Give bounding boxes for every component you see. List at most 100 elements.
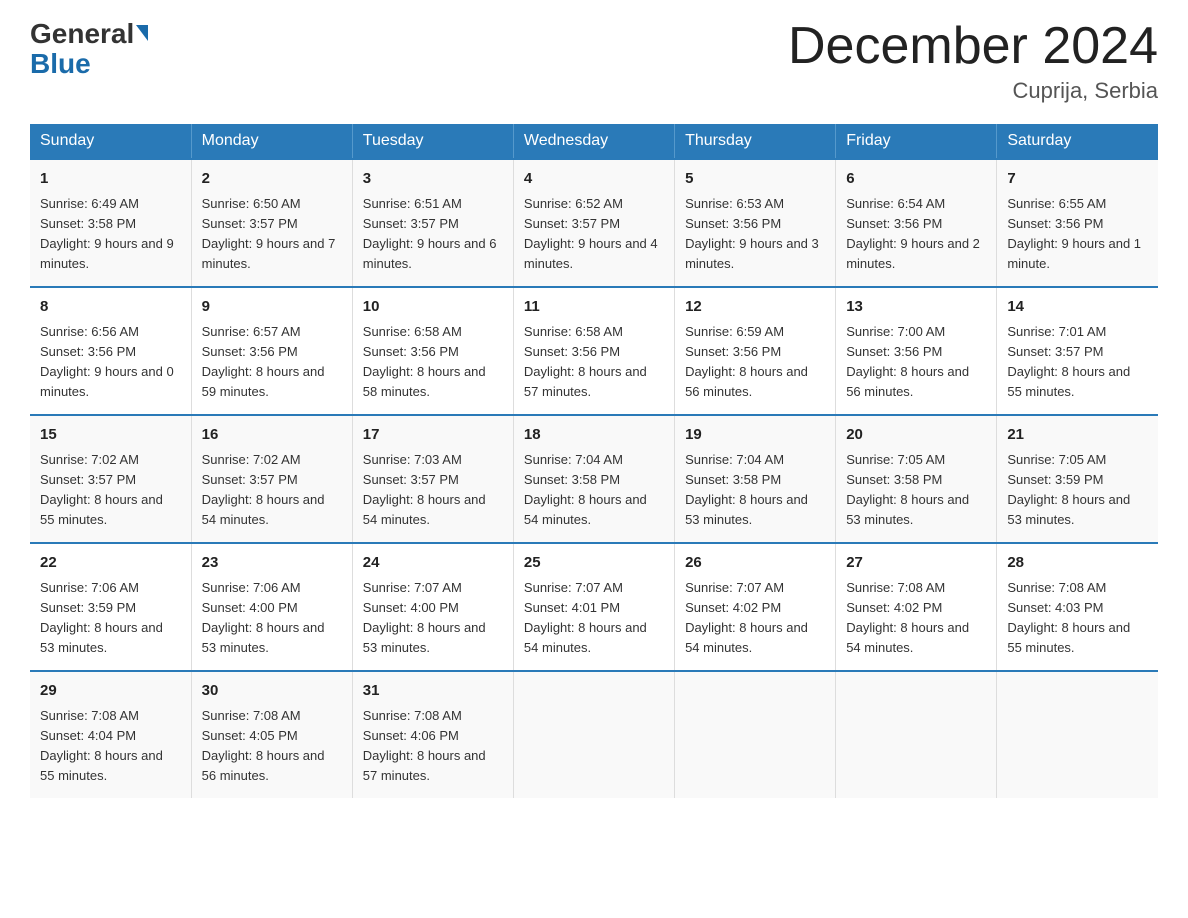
col-tuesday: Tuesday bbox=[352, 124, 513, 159]
logo-arrow-icon bbox=[136, 25, 148, 41]
table-row: 6 Sunrise: 6:54 AM Sunset: 3:56 PM Dayli… bbox=[836, 159, 997, 287]
table-row: 28 Sunrise: 7:08 AM Sunset: 4:03 PM Dayl… bbox=[997, 543, 1158, 671]
day-info: Sunrise: 7:07 AM Sunset: 4:01 PM Dayligh… bbox=[524, 578, 664, 659]
table-row: 30 Sunrise: 7:08 AM Sunset: 4:05 PM Dayl… bbox=[191, 671, 352, 798]
logo-blue-text: Blue bbox=[30, 50, 91, 78]
table-row: 1 Sunrise: 6:49 AM Sunset: 3:58 PM Dayli… bbox=[30, 159, 191, 287]
day-number: 7 bbox=[1007, 168, 1148, 191]
day-number: 31 bbox=[363, 680, 503, 703]
calendar-title: December 2024 bbox=[788, 20, 1158, 72]
day-number: 28 bbox=[1007, 552, 1148, 575]
table-row: 31 Sunrise: 7:08 AM Sunset: 4:06 PM Dayl… bbox=[352, 671, 513, 798]
table-row: 4 Sunrise: 6:52 AM Sunset: 3:57 PM Dayli… bbox=[513, 159, 674, 287]
day-info: Sunrise: 7:05 AM Sunset: 3:59 PM Dayligh… bbox=[1007, 450, 1148, 531]
day-info: Sunrise: 7:01 AM Sunset: 3:57 PM Dayligh… bbox=[1007, 322, 1148, 403]
table-row: 29 Sunrise: 7:08 AM Sunset: 4:04 PM Dayl… bbox=[30, 671, 191, 798]
day-info: Sunrise: 7:08 AM Sunset: 4:05 PM Dayligh… bbox=[202, 706, 342, 787]
calendar-header-row: Sunday Monday Tuesday Wednesday Thursday… bbox=[30, 124, 1158, 159]
day-number: 24 bbox=[363, 552, 503, 575]
day-number: 11 bbox=[524, 296, 664, 319]
day-info: Sunrise: 7:08 AM Sunset: 4:02 PM Dayligh… bbox=[846, 578, 986, 659]
table-row: 3 Sunrise: 6:51 AM Sunset: 3:57 PM Dayli… bbox=[352, 159, 513, 287]
day-number: 21 bbox=[1007, 424, 1148, 447]
day-number: 23 bbox=[202, 552, 342, 575]
day-number: 2 bbox=[202, 168, 342, 191]
day-info: Sunrise: 6:57 AM Sunset: 3:56 PM Dayligh… bbox=[202, 322, 342, 403]
table-row: 26 Sunrise: 7:07 AM Sunset: 4:02 PM Dayl… bbox=[675, 543, 836, 671]
col-wednesday: Wednesday bbox=[513, 124, 674, 159]
day-info: Sunrise: 7:04 AM Sunset: 3:58 PM Dayligh… bbox=[685, 450, 825, 531]
table-row: 21 Sunrise: 7:05 AM Sunset: 3:59 PM Dayl… bbox=[997, 415, 1158, 543]
day-number: 12 bbox=[685, 296, 825, 319]
table-row: 17 Sunrise: 7:03 AM Sunset: 3:57 PM Dayl… bbox=[352, 415, 513, 543]
day-info: Sunrise: 7:07 AM Sunset: 4:02 PM Dayligh… bbox=[685, 578, 825, 659]
table-row: 13 Sunrise: 7:00 AM Sunset: 3:56 PM Dayl… bbox=[836, 287, 997, 415]
table-row: 5 Sunrise: 6:53 AM Sunset: 3:56 PM Dayli… bbox=[675, 159, 836, 287]
table-row: 12 Sunrise: 6:59 AM Sunset: 3:56 PM Dayl… bbox=[675, 287, 836, 415]
day-number: 30 bbox=[202, 680, 342, 703]
day-info: Sunrise: 7:07 AM Sunset: 4:00 PM Dayligh… bbox=[363, 578, 503, 659]
calendar-week-row: 1 Sunrise: 6:49 AM Sunset: 3:58 PM Dayli… bbox=[30, 159, 1158, 287]
day-info: Sunrise: 7:06 AM Sunset: 3:59 PM Dayligh… bbox=[40, 578, 181, 659]
table-row: 24 Sunrise: 7:07 AM Sunset: 4:00 PM Dayl… bbox=[352, 543, 513, 671]
day-info: Sunrise: 6:52 AM Sunset: 3:57 PM Dayligh… bbox=[524, 194, 664, 275]
calendar-week-row: 8 Sunrise: 6:56 AM Sunset: 3:56 PM Dayli… bbox=[30, 287, 1158, 415]
day-number: 29 bbox=[40, 680, 181, 703]
table-row: 14 Sunrise: 7:01 AM Sunset: 3:57 PM Dayl… bbox=[997, 287, 1158, 415]
table-row bbox=[675, 671, 836, 798]
table-row: 20 Sunrise: 7:05 AM Sunset: 3:58 PM Dayl… bbox=[836, 415, 997, 543]
table-row: 11 Sunrise: 6:58 AM Sunset: 3:56 PM Dayl… bbox=[513, 287, 674, 415]
title-block: December 2024 Cuprija, Serbia bbox=[788, 20, 1158, 104]
day-info: Sunrise: 6:55 AM Sunset: 3:56 PM Dayligh… bbox=[1007, 194, 1148, 275]
col-sunday: Sunday bbox=[30, 124, 191, 159]
day-info: Sunrise: 7:08 AM Sunset: 4:06 PM Dayligh… bbox=[363, 706, 503, 787]
day-number: 10 bbox=[363, 296, 503, 319]
day-info: Sunrise: 7:06 AM Sunset: 4:00 PM Dayligh… bbox=[202, 578, 342, 659]
day-number: 13 bbox=[846, 296, 986, 319]
day-info: Sunrise: 6:58 AM Sunset: 3:56 PM Dayligh… bbox=[363, 322, 503, 403]
day-number: 5 bbox=[685, 168, 825, 191]
table-row: 2 Sunrise: 6:50 AM Sunset: 3:57 PM Dayli… bbox=[191, 159, 352, 287]
calendar-week-row: 22 Sunrise: 7:06 AM Sunset: 3:59 PM Dayl… bbox=[30, 543, 1158, 671]
day-info: Sunrise: 7:02 AM Sunset: 3:57 PM Dayligh… bbox=[202, 450, 342, 531]
day-info: Sunrise: 6:50 AM Sunset: 3:57 PM Dayligh… bbox=[202, 194, 342, 275]
table-row bbox=[836, 671, 997, 798]
calendar-week-row: 29 Sunrise: 7:08 AM Sunset: 4:04 PM Dayl… bbox=[30, 671, 1158, 798]
col-thursday: Thursday bbox=[675, 124, 836, 159]
table-row: 23 Sunrise: 7:06 AM Sunset: 4:00 PM Dayl… bbox=[191, 543, 352, 671]
day-number: 25 bbox=[524, 552, 664, 575]
day-info: Sunrise: 7:05 AM Sunset: 3:58 PM Dayligh… bbox=[846, 450, 986, 531]
table-row bbox=[513, 671, 674, 798]
day-number: 16 bbox=[202, 424, 342, 447]
table-row: 19 Sunrise: 7:04 AM Sunset: 3:58 PM Dayl… bbox=[675, 415, 836, 543]
day-info: Sunrise: 6:56 AM Sunset: 3:56 PM Dayligh… bbox=[40, 322, 181, 403]
col-monday: Monday bbox=[191, 124, 352, 159]
table-row: 15 Sunrise: 7:02 AM Sunset: 3:57 PM Dayl… bbox=[30, 415, 191, 543]
day-number: 3 bbox=[363, 168, 503, 191]
day-number: 8 bbox=[40, 296, 181, 319]
calendar-table: Sunday Monday Tuesday Wednesday Thursday… bbox=[30, 124, 1158, 798]
day-info: Sunrise: 6:59 AM Sunset: 3:56 PM Dayligh… bbox=[685, 322, 825, 403]
col-saturday: Saturday bbox=[997, 124, 1158, 159]
table-row: 7 Sunrise: 6:55 AM Sunset: 3:56 PM Dayli… bbox=[997, 159, 1158, 287]
day-info: Sunrise: 6:54 AM Sunset: 3:56 PM Dayligh… bbox=[846, 194, 986, 275]
page-header: General Blue December 2024 Cuprija, Serb… bbox=[30, 20, 1158, 104]
day-number: 9 bbox=[202, 296, 342, 319]
table-row bbox=[997, 671, 1158, 798]
logo: General Blue bbox=[30, 20, 148, 78]
day-info: Sunrise: 6:49 AM Sunset: 3:58 PM Dayligh… bbox=[40, 194, 181, 275]
day-info: Sunrise: 7:03 AM Sunset: 3:57 PM Dayligh… bbox=[363, 450, 503, 531]
calendar-week-row: 15 Sunrise: 7:02 AM Sunset: 3:57 PM Dayl… bbox=[30, 415, 1158, 543]
calendar-subtitle: Cuprija, Serbia bbox=[788, 78, 1158, 104]
table-row: 9 Sunrise: 6:57 AM Sunset: 3:56 PM Dayli… bbox=[191, 287, 352, 415]
table-row: 25 Sunrise: 7:07 AM Sunset: 4:01 PM Dayl… bbox=[513, 543, 674, 671]
day-info: Sunrise: 7:04 AM Sunset: 3:58 PM Dayligh… bbox=[524, 450, 664, 531]
day-info: Sunrise: 7:00 AM Sunset: 3:56 PM Dayligh… bbox=[846, 322, 986, 403]
day-number: 17 bbox=[363, 424, 503, 447]
table-row: 27 Sunrise: 7:08 AM Sunset: 4:02 PM Dayl… bbox=[836, 543, 997, 671]
day-number: 20 bbox=[846, 424, 986, 447]
day-info: Sunrise: 6:58 AM Sunset: 3:56 PM Dayligh… bbox=[524, 322, 664, 403]
logo-general-text: General bbox=[30, 20, 148, 48]
day-number: 19 bbox=[685, 424, 825, 447]
day-number: 1 bbox=[40, 168, 181, 191]
